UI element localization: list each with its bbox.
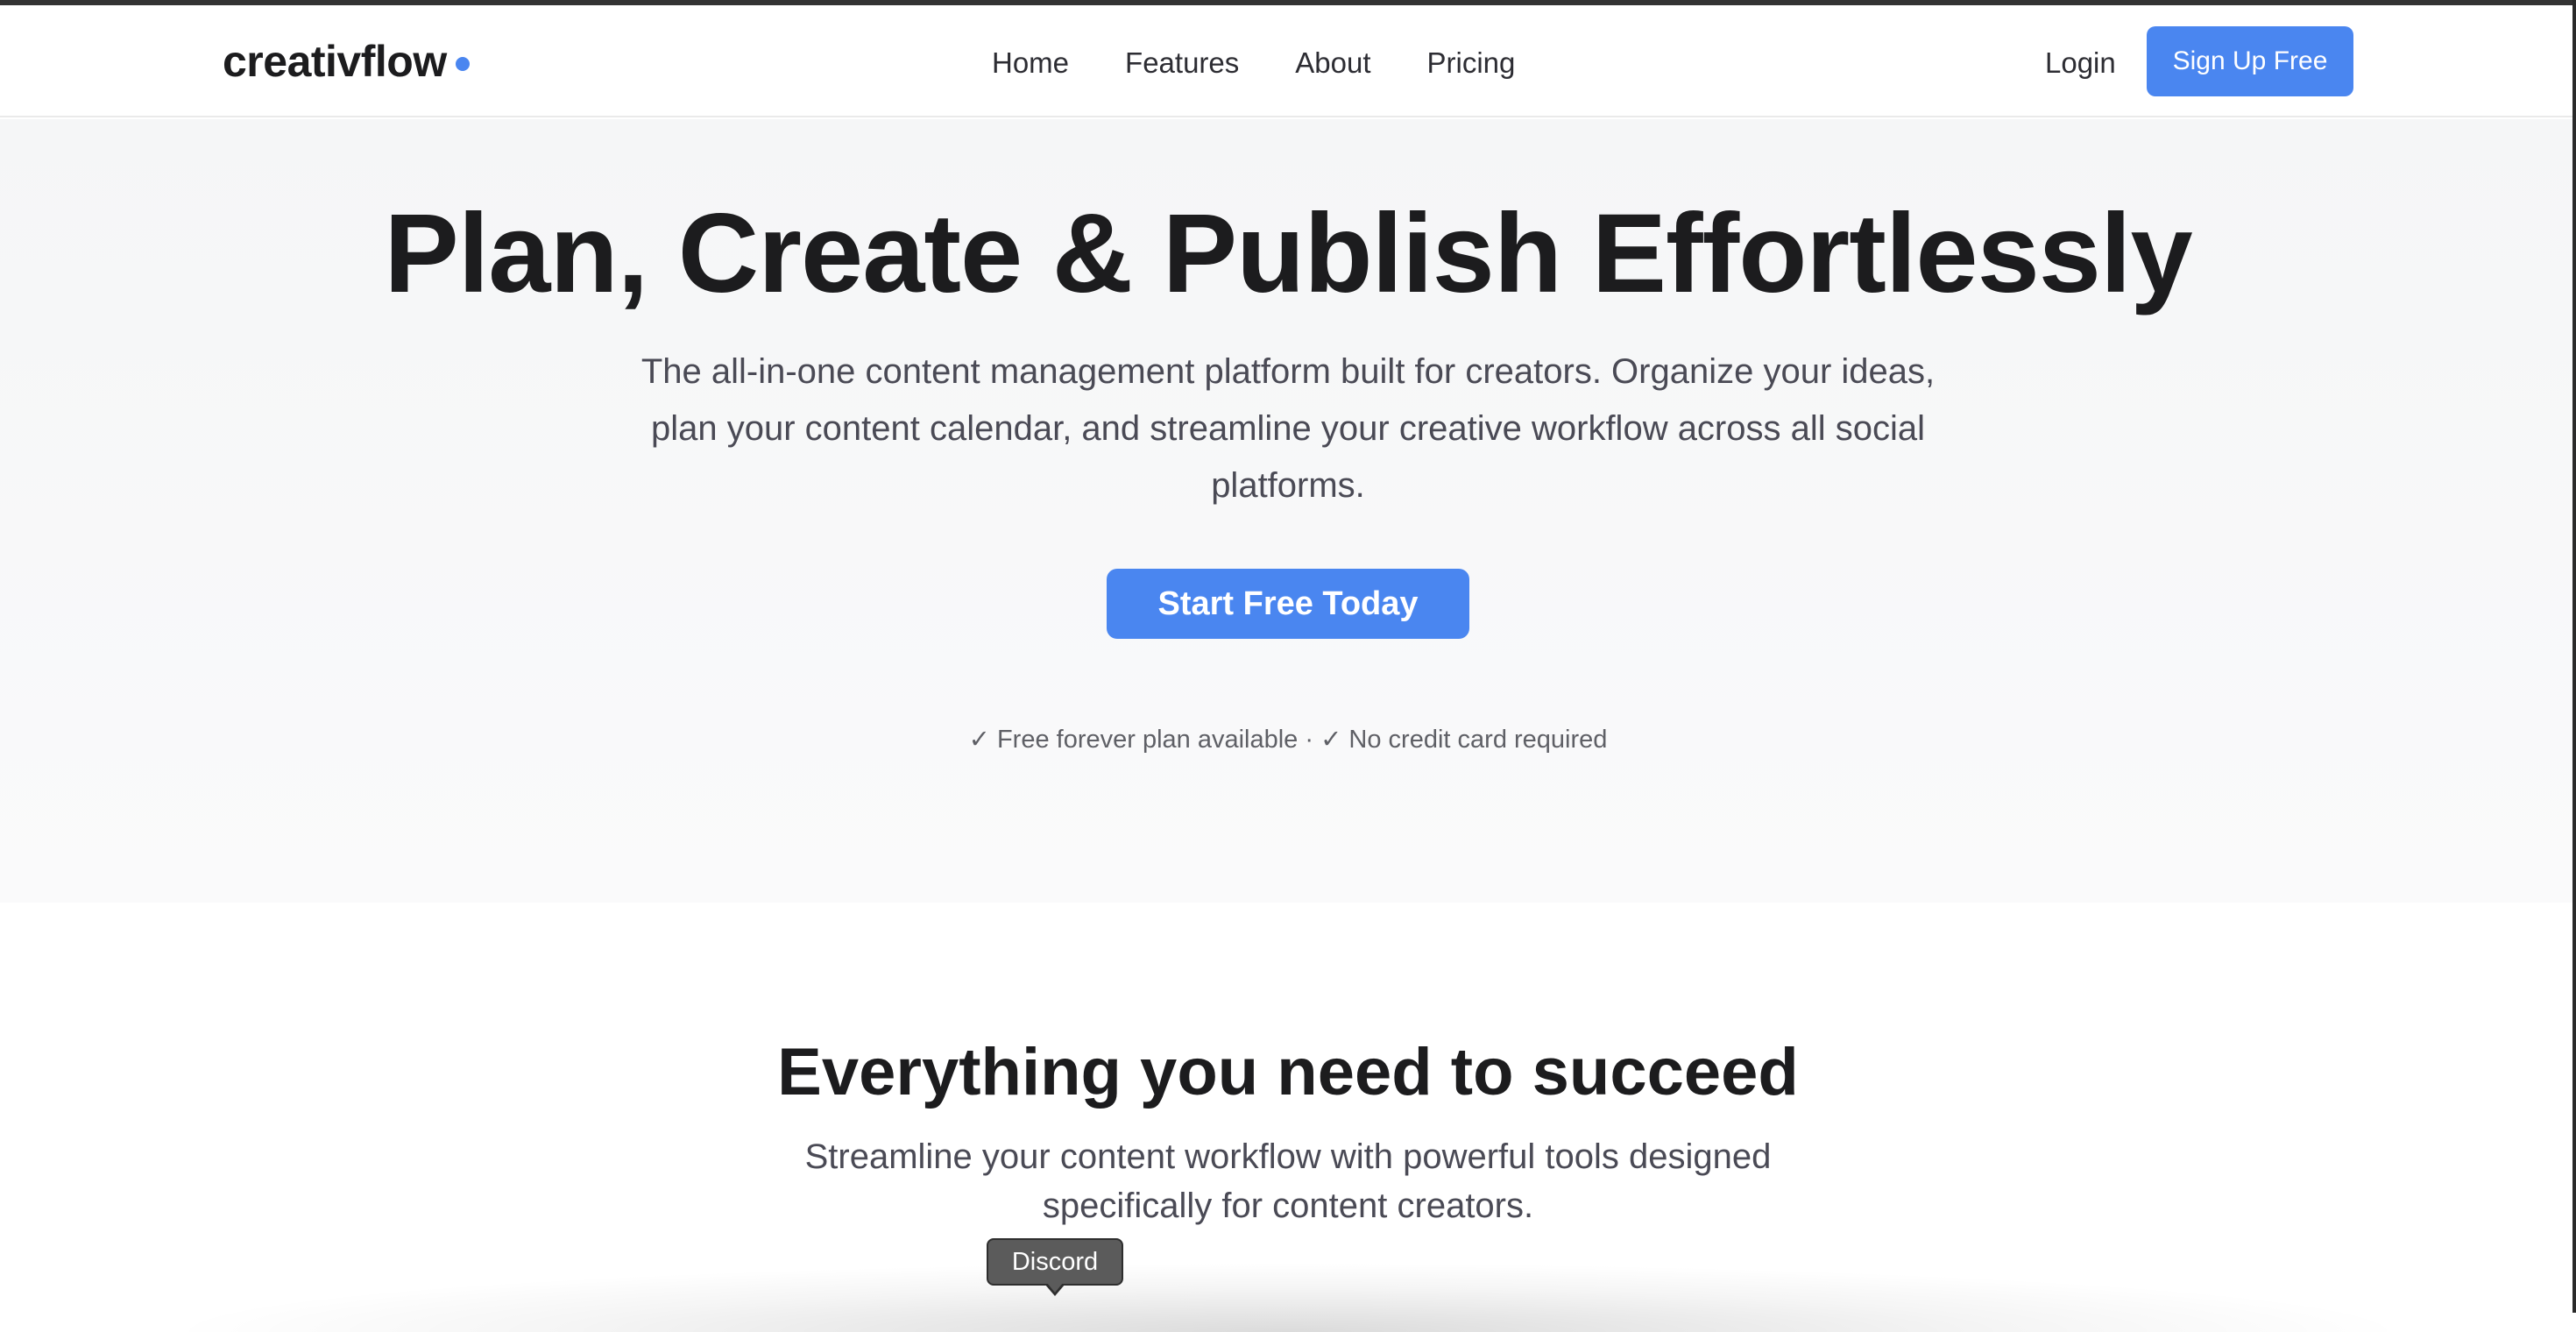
nav-link-about[interactable]: About [1295,46,1370,80]
navbar: creativflow Home Features About Pricing … [0,5,2576,117]
tooltip-arrow-fill [1047,1283,1063,1293]
nav-link-features[interactable]: Features [1125,46,1239,80]
login-link[interactable]: Login [2045,37,2116,89]
sign-up-button[interactable]: Sign Up Free [2147,26,2353,96]
brand-logo[interactable]: creativflow [223,33,470,89]
discord-tooltip: Discord [987,1238,1123,1286]
nav-link-home[interactable]: Home [992,46,1069,80]
start-free-button[interactable]: Start Free Today [1107,569,1469,639]
nav-links: Home Features About Pricing [992,37,1515,89]
nav-link-pricing[interactable]: Pricing [1427,46,1516,80]
brand-name: creativflow [223,37,447,86]
hero-title: Plan, Create & Publish Effortlessly [384,191,2192,316]
features-subtitle: Streamline your content workflow with po… [804,1137,1772,1225]
features-title: Everything you need to succeed [777,1035,1799,1109]
hero-subtitle: The all-in-one content management platfo… [640,352,1936,505]
window-right-edge [2572,0,2576,1313]
logo-dot-icon [455,57,470,71]
dock-shadow [158,1262,2418,1332]
hero-section: Plan, Create & Publish Effortlessly The … [0,119,2576,903]
hero-note: ✓ Free forever plan available · ✓ No cre… [968,726,1608,754]
